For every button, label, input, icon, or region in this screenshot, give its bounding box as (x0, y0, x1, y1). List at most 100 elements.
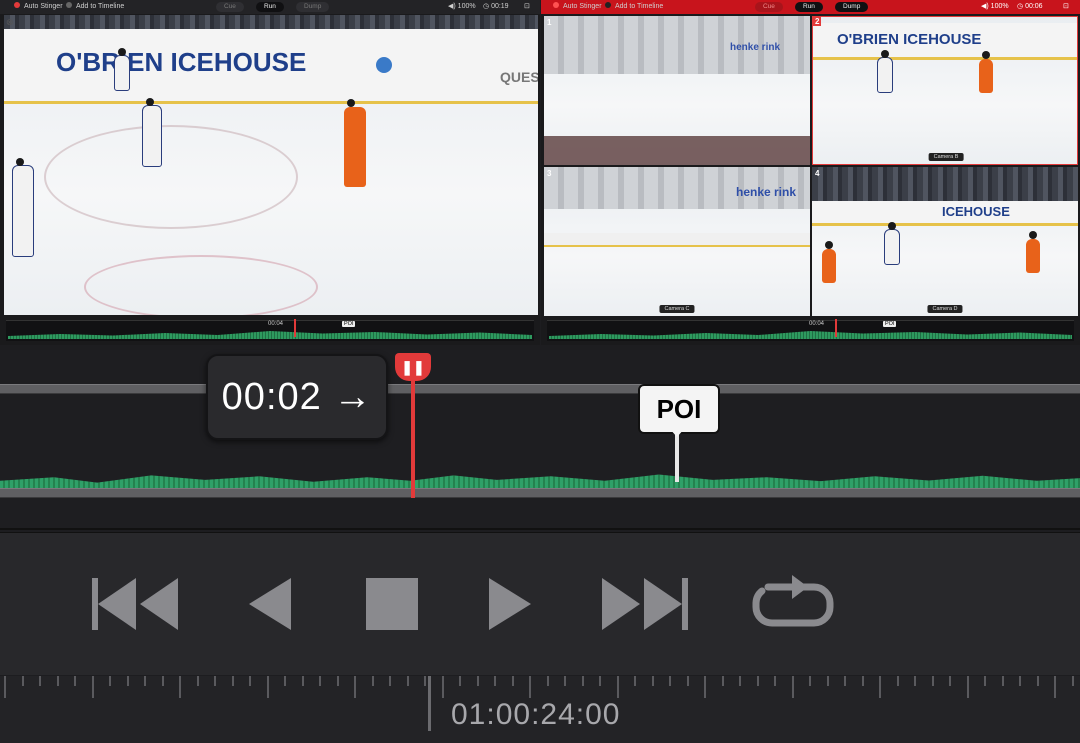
ruler-tick (756, 676, 759, 686)
ruler-tick (354, 676, 356, 698)
play-icon[interactable] (465, 573, 555, 635)
cue-button[interactable]: Cue (755, 2, 783, 12)
ruler-tick (826, 676, 829, 686)
ruler-tick (704, 676, 706, 698)
rink-board: O'BRIEN ICEHOUSE (813, 23, 1077, 60)
rink-board: ICEHOUSE (812, 201, 1078, 226)
ruler-tick (91, 676, 94, 698)
expand-icon[interactable]: ⊡ (524, 0, 530, 14)
pause-icon[interactable]: ❚❚ (395, 353, 431, 381)
ruler-tick (196, 676, 199, 686)
speaker-icon: ◀) (981, 3, 989, 10)
scrubber-top-rail (0, 384, 1080, 394)
ruler-tick (231, 676, 234, 686)
camera-1-tile[interactable]: henke rink 1 (544, 16, 810, 165)
duration-indicator: ◷ 00:06 (1017, 3, 1043, 10)
poi-marker[interactable]: POI (883, 321, 897, 327)
skip-back-icon[interactable] (90, 573, 180, 635)
ruler-tick (861, 676, 864, 686)
ruler-tick (616, 676, 619, 698)
multicam-grid: henke rink 1 O'BRIEN ICEHOUSE 2 Camera B… (544, 16, 1078, 316)
dump-button[interactable]: Dump (296, 2, 330, 12)
player (884, 222, 900, 265)
ruler-tick (406, 676, 409, 686)
ruler-tick (581, 676, 584, 686)
camera-3-tile[interactable]: henke rink 3 Camera C (544, 167, 810, 316)
ruler-tick (476, 676, 479, 686)
center-logo (84, 255, 318, 315)
scrubber-bottom-rail (0, 488, 1080, 498)
ruler-tick (179, 676, 181, 698)
poi-pointer (669, 428, 685, 437)
player (12, 158, 34, 257)
poi-marker-large[interactable]: POI (638, 384, 720, 434)
ruler-tick (441, 676, 444, 698)
playhead-line[interactable] (411, 368, 415, 498)
skip-forward-icon[interactable] (600, 573, 690, 635)
sponsor-logo (376, 57, 392, 73)
ruler-tick (1036, 676, 1039, 686)
divider (0, 528, 1080, 530)
ruler-tick (949, 676, 951, 686)
add-to-timeline-toggle[interactable]: Add to Timeline (605, 0, 663, 14)
right-mini-timeline[interactable]: 00:04 POI (547, 319, 1074, 341)
ruler-tick (966, 676, 969, 698)
ruler-tick (651, 676, 654, 686)
toggle-dot-icon (66, 2, 72, 9)
camera-4-tile[interactable]: ICEHOUSE 4 Camera D (812, 167, 1078, 316)
run-button[interactable]: Run (256, 2, 284, 12)
audio-waveform (549, 331, 1072, 339)
camera-2-tile[interactable]: O'BRIEN ICEHOUSE 2 Camera B (812, 16, 1078, 165)
left-video-frame[interactable]: O'BRIEN ICEHOUSE QUES ⊗ (4, 15, 538, 315)
ruler-tick (809, 676, 811, 686)
poi-marker[interactable]: POI (342, 321, 356, 327)
ruler-tick (266, 676, 269, 698)
record-dot-icon (14, 2, 20, 9)
ruler-tick (511, 676, 514, 686)
ruler-tick (546, 676, 549, 686)
ruler-playhead[interactable] (428, 676, 431, 731)
right-viewer: Auto Stinger Add to Timeline Cue Run Dum… (541, 0, 1080, 345)
ruler-tick (56, 676, 59, 686)
left-mini-timeline[interactable]: 00:04 POI (6, 319, 534, 341)
run-button[interactable]: Run (795, 2, 823, 12)
auto-stinger-toggle[interactable]: Auto Stinger (553, 0, 602, 14)
auto-stinger-toggle[interactable]: Auto Stinger (14, 0, 63, 14)
volume-indicator[interactable]: ◀) 100% (981, 0, 1009, 14)
ruler-tick (161, 676, 164, 686)
ruler-tick (389, 676, 391, 686)
stop-icon[interactable] (347, 573, 437, 635)
ruler-tick (599, 676, 601, 686)
crowd-foreground (544, 136, 810, 165)
ruler-tick (774, 676, 776, 686)
expand-icon[interactable]: ⊡ (1063, 0, 1069, 14)
left-viewer-toolbar: Auto Stinger Add to Timeline Cue Run Dum… (0, 0, 540, 14)
scrub-time-bubble: 00:02 → (206, 354, 388, 440)
ruler-tick (984, 676, 986, 686)
ruler-tick (1054, 676, 1056, 698)
cue-button[interactable]: Cue (216, 2, 244, 12)
ruler-tick (74, 676, 76, 686)
audio-waveform (8, 331, 532, 339)
ruler-tick (4, 676, 6, 698)
zoomed-scrubber[interactable] (0, 350, 1080, 530)
ruler-tick (336, 676, 339, 686)
mini-playhead[interactable] (835, 319, 837, 337)
loop-icon[interactable] (748, 573, 838, 635)
left-viewer: Auto Stinger Add to Timeline Cue Run Dum… (0, 0, 540, 345)
ruler-tick (739, 676, 741, 686)
ruler-tick (896, 676, 899, 686)
right-viewer-toolbar: Auto Stinger Add to Timeline Cue Run Dum… (541, 0, 1080, 14)
volume-indicator[interactable]: ◀) 100% (448, 0, 476, 14)
close-icon[interactable]: ⊗ (6, 17, 14, 28)
add-to-timeline-toggle[interactable]: Add to Timeline (66, 0, 124, 14)
ruler-tick (109, 676, 111, 686)
mini-playhead[interactable] (294, 319, 296, 337)
dump-button[interactable]: Dump (835, 2, 869, 12)
clock-icon: ◷ (1017, 3, 1024, 10)
ruler-tick (879, 676, 881, 698)
timecode-display: 01:00:24:00 (451, 698, 621, 731)
rink-board: O'BRIEN ICEHOUSE QUES (4, 29, 538, 104)
ruler-tick (529, 676, 531, 698)
step-back-icon[interactable] (225, 573, 315, 635)
